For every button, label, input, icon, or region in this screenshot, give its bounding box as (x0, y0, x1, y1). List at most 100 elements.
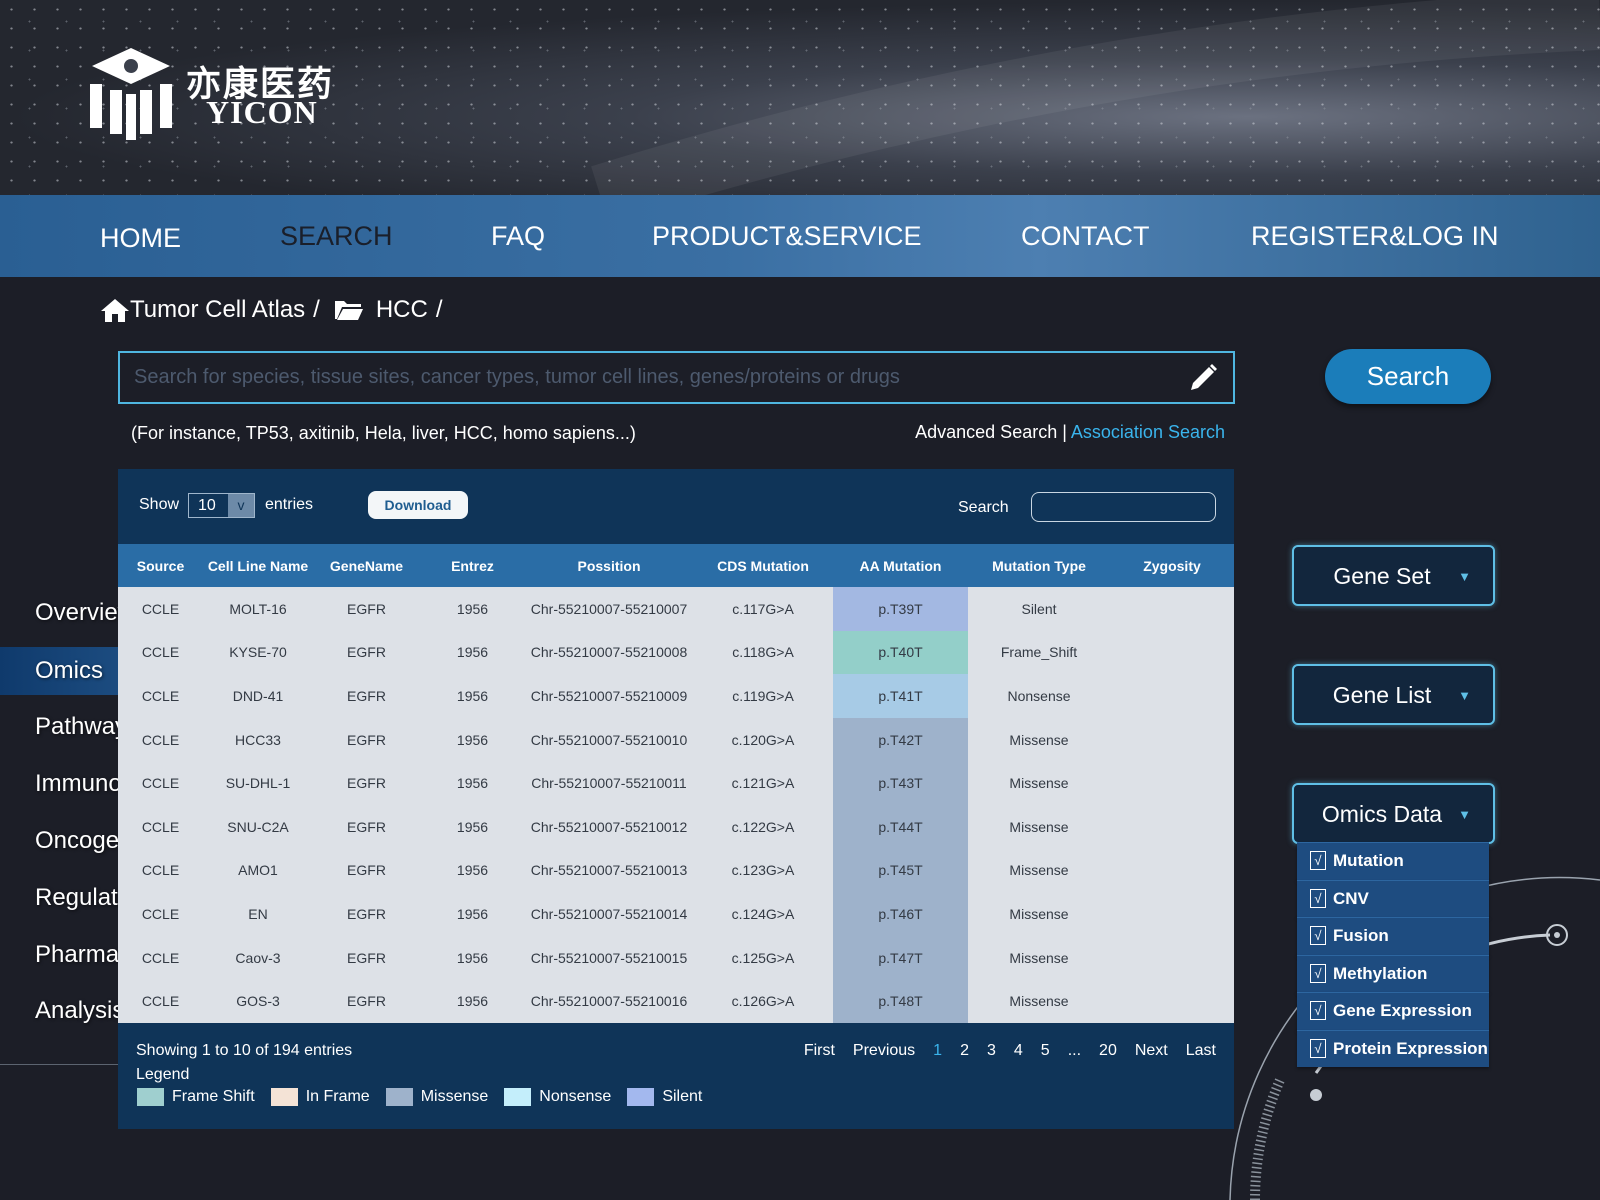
folder-icon (334, 301, 363, 320)
table-cell: p.T48T (833, 979, 968, 1023)
chevron-down-icon: ▼ (1458, 569, 1471, 584)
page-link[interactable]: First (804, 1042, 835, 1060)
advanced-search-link[interactable]: Advanced Search (915, 422, 1057, 442)
column-header[interactable]: GeneName (313, 544, 420, 587)
table-cell: p.T40T (833, 630, 968, 675)
page-link[interactable]: Previous (853, 1042, 915, 1060)
table-cell: c.119G>A (693, 674, 833, 718)
page-link[interactable]: 2 (960, 1042, 969, 1060)
table-cell: Chr-55210007-55210008 (525, 630, 693, 675)
omics-option-label: Protein Expression (1333, 1038, 1488, 1058)
omics-option-label: CNV (1333, 888, 1369, 908)
header-banner: 亦康医药 YICON (0, 0, 1600, 195)
omics-option[interactable]: √ Mutation (1297, 842, 1489, 880)
page-link[interactable]: 20 (1099, 1042, 1117, 1060)
column-header[interactable]: AA Mutation (833, 544, 968, 587)
page-link[interactable]: Next (1135, 1042, 1168, 1060)
nav-contact[interactable]: CONTACT (1021, 221, 1150, 252)
logo[interactable]: 亦康医药 YICON (86, 44, 346, 140)
omics-option[interactable]: √ Fusion (1297, 917, 1489, 955)
logo-text-en: YICON (206, 94, 318, 130)
table-cell: c.126G>A (693, 979, 833, 1023)
mutation-table: Source Cell Line Name GeneName Entrez Po… (118, 544, 1234, 1023)
checkbox-checked-icon[interactable]: √ (1310, 926, 1326, 945)
chevron-down-icon: ▼ (1458, 688, 1471, 703)
column-header[interactable]: Cell Line Name (203, 544, 313, 587)
association-search-link[interactable]: Association Search (1071, 422, 1225, 442)
table-cell: 1956 (420, 935, 525, 980)
table-cell: Chr-55210007-55210012 (525, 804, 693, 849)
column-header[interactable]: CDS Mutation (693, 544, 833, 587)
gene-list-dropdown[interactable]: Gene List ▼ (1292, 664, 1495, 725)
omics-option[interactable]: √ Methylation (1297, 954, 1489, 992)
mutation-table-panel: Show 10 v entries Download Search Source… (118, 469, 1234, 1129)
side-nav-omics[interactable]: Omics (35, 657, 103, 685)
home-icon[interactable] (100, 297, 130, 323)
legend-item: Nonsense (504, 1088, 611, 1106)
checkbox-checked-icon[interactable]: √ (1310, 851, 1326, 870)
search-input[interactable] (134, 353, 1164, 402)
legend-item: In Frame (270, 1088, 370, 1106)
table-cell: 1956 (420, 630, 525, 675)
legend-title: Legend (136, 1066, 190, 1083)
link-divider: | (1057, 422, 1071, 442)
nav-register-login[interactable]: REGISTER&LOG IN (1251, 221, 1499, 252)
column-header[interactable]: Zygosity (1110, 544, 1234, 587)
page-link[interactable]: 1 (933, 1042, 942, 1060)
table-row[interactable]: CCLE HCC33 EGFR 1956 Chr-55210007-55210010 c.… (118, 717, 1234, 762)
table-row[interactable]: CCLE EN EGFR 1956 Chr-55210007-55210014 c.124… (118, 892, 1234, 936)
search-links: Advanced Search | Association Search (915, 422, 1225, 443)
legend-item: Frame Shift (137, 1088, 255, 1106)
table-row[interactable]: CCLE MOLT-16 EGFR 1956 Chr-55210007-55210007… (118, 587, 1234, 631)
omics-option-label: Fusion (1333, 926, 1389, 945)
omics-option[interactable]: √ Gene Expression (1297, 992, 1489, 1030)
breadcrumb-current[interactable]: HCC (376, 296, 428, 324)
table-cell: CCLE (118, 892, 203, 936)
column-header[interactable]: Entrez (420, 544, 525, 587)
checkbox-checked-icon[interactable]: √ (1310, 888, 1326, 908)
side-nav-analysis[interactable]: Analysis (35, 997, 124, 1025)
page-link[interactable]: 4 (1014, 1042, 1023, 1060)
nav-product-service[interactable]: PRODUCT&SERVICE (652, 221, 922, 252)
checkbox-checked-icon[interactable]: √ (1310, 1001, 1326, 1020)
table-row[interactable]: CCLE Caov-3 EGFR 1956 Chr-55210007-55210015 c… (118, 935, 1234, 980)
legend-item: Silent (627, 1088, 702, 1106)
nav-search[interactable]: SEARCH (280, 221, 393, 252)
table-row[interactable]: CCLE SNU-C2A EGFR 1956 Chr-55210007-55210012… (118, 804, 1234, 849)
column-header[interactable]: Source (118, 544, 203, 587)
table-cell: Frame_Shift (968, 630, 1110, 675)
table-row[interactable]: CCLE DND-41 EGFR 1956 Chr-55210007-55210009 c… (118, 674, 1234, 718)
download-button[interactable]: Download (368, 491, 468, 519)
table-row[interactable]: CCLE AMO1 EGFR 1956 Chr-55210007-55210013 c.1… (118, 848, 1234, 893)
table-cell: p.T41T (833, 674, 968, 718)
checkbox-checked-icon[interactable]: √ (1310, 1038, 1326, 1058)
table-row[interactable]: CCLE SU-DHL-1 EGFR 1956 Chr-55210007-5521001… (118, 761, 1234, 805)
table-cell: EGFR (313, 804, 420, 849)
table-row[interactable]: CCLE KYSE-70 EGFR 1956 Chr-55210007-55210008… (118, 630, 1234, 675)
checkbox-checked-icon[interactable]: √ (1310, 963, 1326, 983)
nav-faq[interactable]: FAQ (491, 221, 545, 252)
table-cell: Missense (968, 761, 1110, 805)
entries-value: 10 (198, 497, 216, 514)
chevron-down-icon[interactable]: v (228, 494, 254, 517)
search-button[interactable]: Search (1325, 349, 1491, 404)
table-search-input[interactable] (1031, 492, 1216, 522)
table-cell: CCLE (118, 630, 203, 675)
nav-home[interactable]: HOME (100, 223, 181, 254)
page-link[interactable]: 5 (1041, 1042, 1050, 1060)
legend-label: In Frame (305, 1088, 370, 1105)
table-row[interactable]: CCLE GOS-3 EGFR 1956 Chr-55210007-55210016 c.… (118, 979, 1234, 1023)
column-header[interactable]: Mutation Type (968, 544, 1110, 587)
page-link: ... (1067, 1042, 1082, 1059)
gene-set-dropdown[interactable]: Gene Set ▼ (1292, 545, 1495, 606)
table-cell: EGFR (313, 717, 420, 762)
pencil-icon[interactable] (1187, 362, 1219, 394)
column-header[interactable]: Possition (525, 544, 693, 587)
logo-icon (90, 48, 172, 140)
entries-select[interactable]: 10 v (188, 493, 255, 518)
omics-option[interactable]: √ CNV (1297, 879, 1489, 917)
table-cell: CCLE (118, 935, 203, 980)
omics-option[interactable]: √ Protein Expression (1297, 1029, 1489, 1067)
breadcrumb-root[interactable]: Tumor Cell Atlas (130, 296, 305, 324)
page-link[interactable]: 3 (987, 1042, 996, 1060)
